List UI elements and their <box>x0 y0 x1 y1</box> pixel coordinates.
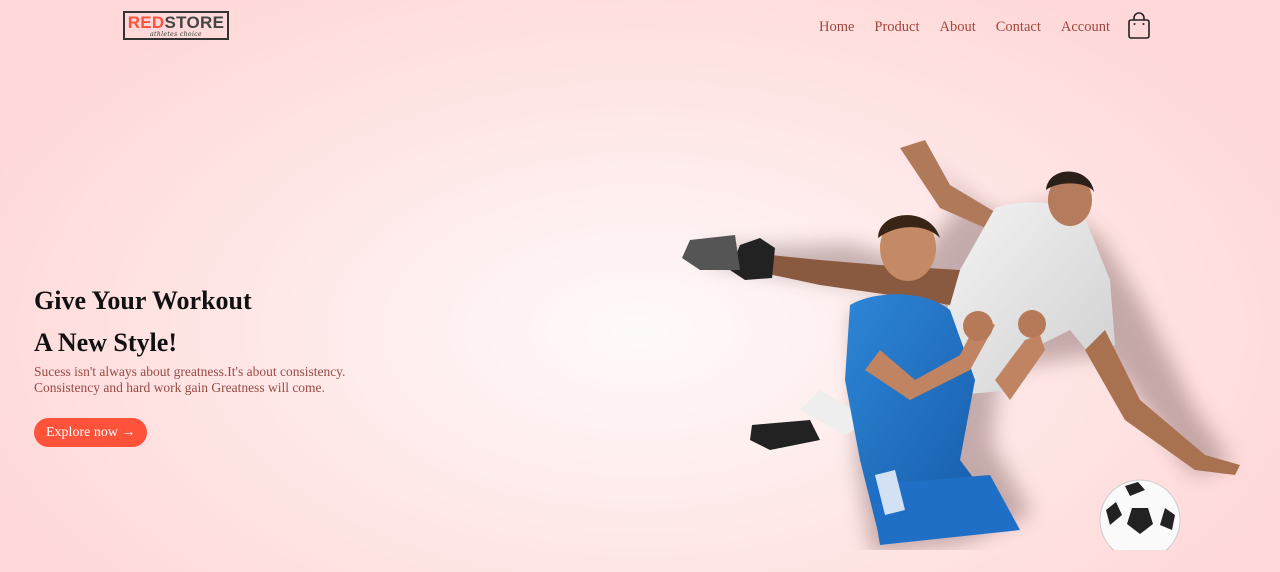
nav-home[interactable]: Home <box>819 17 854 37</box>
main-nav: Home Product About Contact Account <box>799 17 1110 37</box>
football <box>1099 479 1181 561</box>
nav-account[interactable]: Account <box>1061 17 1110 37</box>
hero-subtitle-line1: Sucess isn't always about greatness.It's… <box>34 364 346 379</box>
redstore-logo[interactable]: REDSTORE athletes choice <box>123 11 229 40</box>
explore-now-button[interactable]: Explore now → <box>34 418 148 447</box>
logo-dark-word: STORE <box>164 13 225 32</box>
logo-tagline: athletes choice <box>150 31 202 38</box>
shopping-bag-icon[interactable] <box>1127 12 1151 40</box>
nav-contact[interactable]: Contact <box>996 17 1041 37</box>
logo-wordmark: REDSTORE <box>125 13 227 33</box>
hero-copy: Give Your Workout A New Style! Sucess is… <box>34 280 434 396</box>
nav-about[interactable]: About <box>940 17 976 37</box>
nav-product[interactable]: Product <box>874 17 919 37</box>
hero-subtitle-line2: Consistency and hard work gain Greatness… <box>34 380 325 395</box>
header: REDSTORE athletes choice Home Product Ab… <box>0 0 1280 56</box>
logo-red-word: RED <box>127 13 165 32</box>
hero-title-line2: A New Style! <box>34 328 177 357</box>
football-players-illustration <box>660 130 1260 561</box>
hero-title-line1: Give Your Workout <box>34 286 252 315</box>
